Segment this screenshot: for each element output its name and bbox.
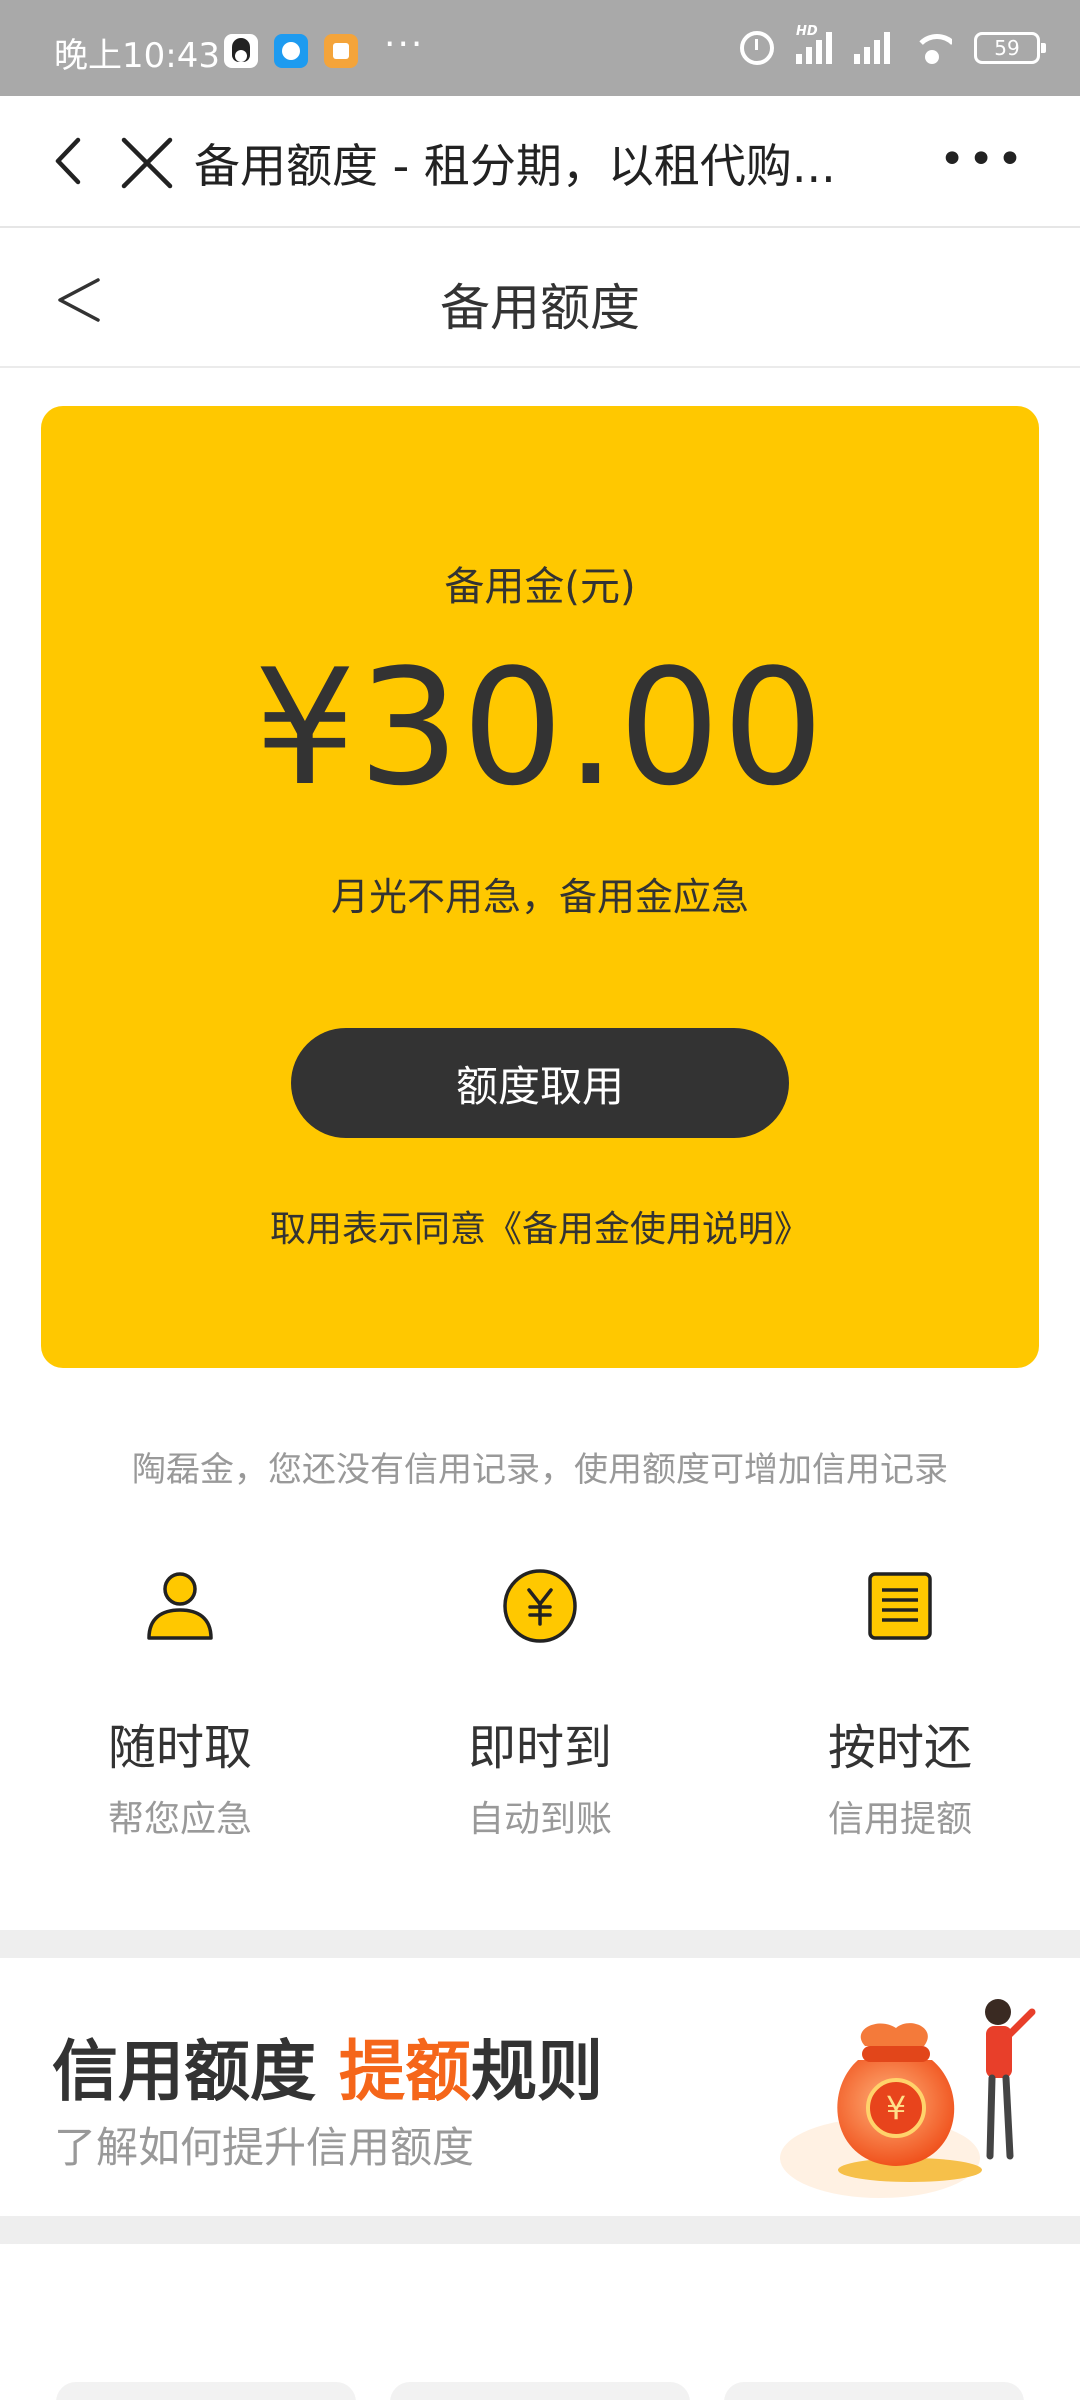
page-title: 备用额度 (440, 279, 640, 337)
feature-subtitle: 信用提额 (827, 1799, 972, 1840)
status-time: 晚上10:43 (54, 36, 220, 76)
feature-title: 按时还 (827, 1720, 972, 1776)
user-icon (147, 1572, 213, 1640)
bottom-card-placeholder (724, 2382, 1024, 2400)
more-notifications-icon: ··· (384, 24, 425, 65)
reserve-fund-label: 备用金(元) (444, 564, 636, 610)
more-options-icon[interactable]: ••• (939, 138, 1026, 182)
alarm-icon (740, 31, 774, 65)
section-divider (0, 2216, 1080, 2244)
signal-icon (854, 32, 890, 64)
battery-icon: 59 (974, 32, 1046, 64)
feature-subtitle: 自动到账 (467, 1799, 612, 1840)
feature-title: 即时到 (467, 1720, 612, 1776)
section-divider (0, 1930, 1080, 1958)
bottom-card-placeholder (390, 2382, 690, 2400)
card-slogan: 月光不用急，备用金应急 (330, 875, 749, 919)
money-bag-illustration: ¥ (780, 1999, 1036, 2198)
feature-title: 随时取 (107, 1720, 252, 1776)
signal-hd-icon: HD (796, 24, 832, 64)
rules-title-part2: 规则 (470, 2033, 603, 2110)
hd-label: HD (796, 24, 818, 39)
svg-text:¥: ¥ (886, 2089, 906, 2127)
rules-title-part1: 信用额度 (52, 2033, 339, 2110)
gallery-notification-icon (324, 34, 358, 68)
close-icon[interactable] (118, 134, 176, 192)
feature-ontime-repay: 按时还 信用提额 (720, 1566, 1080, 1842)
webview-title: 备用额度 - 租分期，以租代购... (194, 139, 836, 193)
wifi-icon (912, 32, 952, 64)
credit-record-note: 陶磊金，您还没有信用记录，使用额度可增加信用记录 (132, 1450, 948, 1490)
status-indicators: HD 59 (740, 24, 1046, 68)
reserve-fund-card: 备用金(元) ¥30.00 月光不用急，备用金应急 额度取用 取用表示同意《备用… (41, 406, 1039, 1368)
page-header: 备用额度 (0, 230, 1080, 368)
feature-anytime-withdraw: 随时取 帮您应急 (0, 1566, 360, 1842)
rules-title: 信用额度 提额规则 (52, 2018, 603, 2114)
message-notification-icon (274, 34, 308, 68)
qq-notification-icon (224, 34, 258, 68)
bottom-content-area (0, 2244, 1080, 2400)
withdraw-credit-button[interactable]: 额度取用 (291, 1028, 789, 1138)
credit-rules-banner[interactable]: 信用额度 提额规则 了解如何提升信用额度 ¥ (0, 1958, 1080, 2216)
feature-subtitle: 帮您应急 (107, 1799, 252, 1840)
rules-subtitle: 了解如何提升信用额度 (54, 2123, 475, 2172)
back-arrow-icon[interactable] (44, 136, 94, 186)
bottom-card-placeholder (56, 2382, 356, 2400)
feature-instant-arrival: 即时到 自动到账 (360, 1566, 720, 1842)
webview-header: 备用额度 - 租分期，以租代购... ••• (0, 96, 1080, 228)
usage-agreement-link[interactable]: 取用表示同意《备用金使用说明》 (41, 1200, 1039, 1252)
battery-level: 59 (994, 36, 1020, 60)
yuan-coin-icon (503, 1569, 577, 1643)
reserve-fund-amount: ¥30.00 (254, 634, 826, 821)
status-bar: 晚上10:43 ··· HD 59 (0, 0, 1080, 96)
rules-title-highlight: 提额 (338, 2033, 471, 2110)
document-icon (868, 1572, 932, 1640)
